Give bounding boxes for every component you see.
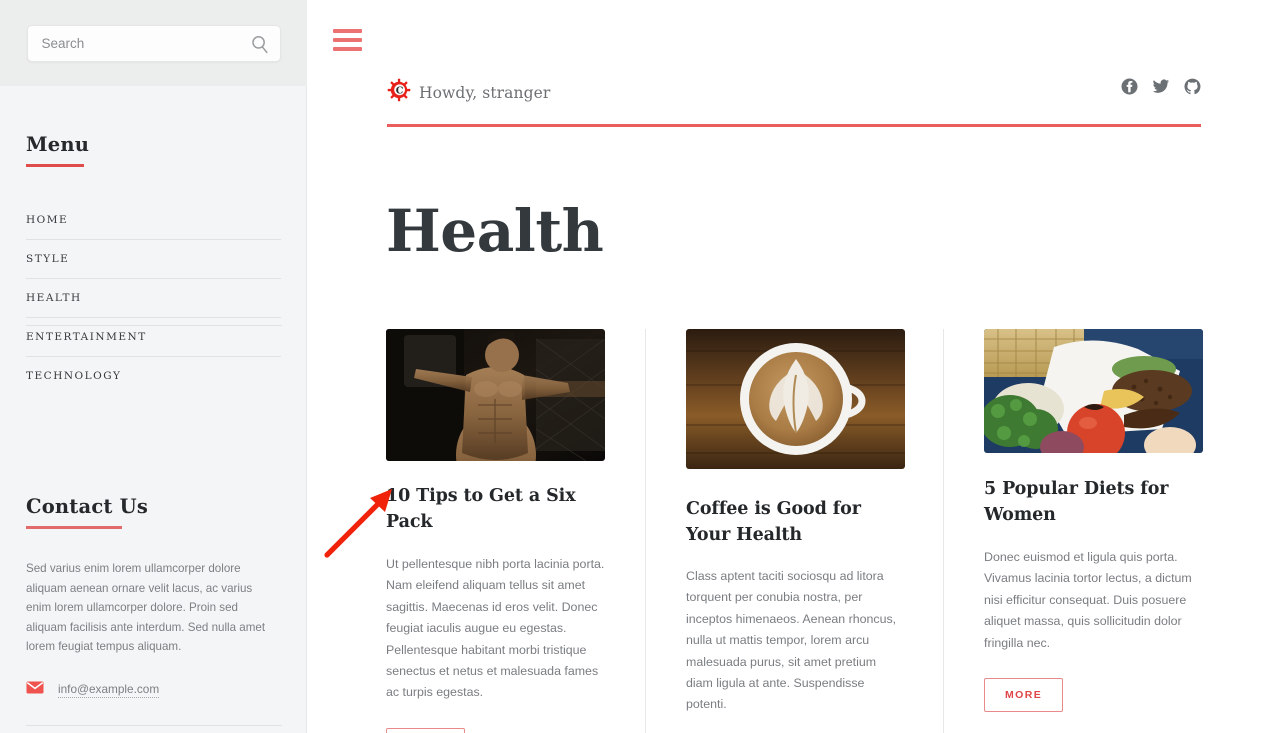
sidebar-item-health[interactable]: HEALTH bbox=[26, 279, 281, 318]
sidebar-divider bbox=[26, 325, 282, 326]
search-icon[interactable] bbox=[251, 35, 269, 59]
sidebar-menu-list: HOME STYLE HEALTH ENTERTAINMENT TECHNOLO… bbox=[26, 201, 281, 395]
cog-logo-icon: C bbox=[387, 78, 411, 107]
article-title[interactable]: 10 Tips to Get a Six Pack bbox=[386, 483, 605, 535]
hamburger-bar bbox=[333, 38, 362, 42]
sidebar-item-label-home[interactable]: HOME bbox=[26, 201, 281, 239]
hamburger-bar bbox=[333, 47, 362, 51]
facebook-icon[interactable] bbox=[1121, 78, 1138, 95]
search-box[interactable] bbox=[26, 24, 281, 62]
menu-heading-underline bbox=[26, 164, 84, 167]
article-card[interactable]: Coffee is Good for Your Health Class apt… bbox=[645, 329, 943, 733]
menu-heading: Menu bbox=[26, 133, 90, 156]
more-button[interactable]: MORE bbox=[386, 727, 466, 733]
hamburger-icon[interactable] bbox=[333, 29, 362, 51]
search-input[interactable] bbox=[27, 25, 238, 61]
more-button[interactable]: MORE bbox=[984, 678, 1064, 713]
sidebar-item-style[interactable]: STYLE bbox=[26, 240, 281, 279]
sidebar-item-technology[interactable]: TECHNOLOGY bbox=[26, 357, 281, 395]
article-card-list: 10 Tips to Get a Six Pack Ut pellentesqu… bbox=[386, 329, 1203, 733]
hamburger-bar bbox=[333, 29, 362, 33]
contact-heading-underline bbox=[26, 526, 122, 529]
article-excerpt: Ut pellentesque nibh porta lacinia porta… bbox=[386, 557, 605, 700]
sidebar-bottom-divider bbox=[26, 725, 282, 726]
contact-email-link[interactable]: info@example.com bbox=[58, 682, 160, 698]
article-image-food bbox=[984, 329, 1203, 453]
article-excerpt: Class aptent taciti sociosqu ad litora t… bbox=[686, 569, 897, 712]
contact-email-row: info@example.com bbox=[26, 681, 281, 699]
menu-section: Menu HOME STYLE HEALTH ENTERTAINMENT TEC… bbox=[0, 133, 307, 395]
main-content: C Howdy, stranger Health 10 Tips to Get … bbox=[307, 0, 1280, 733]
brand-name: Howdy, stranger bbox=[419, 83, 551, 102]
article-image-gym bbox=[386, 329, 605, 461]
sidebar-item-home[interactable]: HOME bbox=[26, 201, 281, 240]
sidebar-item-label-style[interactable]: STYLE bbox=[26, 240, 281, 278]
article-title[interactable]: Coffee is Good for Your Health bbox=[686, 496, 903, 548]
sidebar-item-label-health[interactable]: HEALTH bbox=[26, 279, 281, 317]
svg-text:C: C bbox=[396, 86, 404, 97]
sidebar-item-label-entertainment[interactable]: ENTERTAINMENT bbox=[26, 318, 281, 356]
sidebar: Menu HOME STYLE HEALTH ENTERTAINMENT TEC… bbox=[0, 0, 307, 733]
page-title: Health bbox=[386, 197, 604, 265]
contact-section: Contact Us Sed varius enim lorem ullamco… bbox=[0, 495, 307, 699]
article-image-coffee bbox=[686, 329, 905, 469]
sidebar-item-entertainment[interactable]: ENTERTAINMENT bbox=[26, 318, 281, 357]
social-links bbox=[1121, 78, 1201, 95]
twitter-icon[interactable] bbox=[1152, 78, 1170, 95]
brand-row[interactable]: C Howdy, stranger bbox=[387, 78, 550, 107]
page-root: Menu HOME STYLE HEALTH ENTERTAINMENT TEC… bbox=[0, 0, 1280, 733]
github-icon[interactable] bbox=[1184, 78, 1201, 95]
article-card[interactable]: 5 Popular Diets for Women Donec euismod … bbox=[943, 329, 1203, 733]
contact-description: Sed varius enim lorem ullamcorper dolore… bbox=[26, 562, 266, 654]
search-bar-container bbox=[0, 0, 307, 86]
contact-heading: Contact Us bbox=[26, 495, 148, 518]
article-excerpt: Donec euismod et ligula quis porta. Viva… bbox=[984, 550, 1192, 650]
envelope-icon bbox=[26, 681, 44, 699]
article-card[interactable]: 10 Tips to Get a Six Pack Ut pellentesqu… bbox=[386, 329, 645, 733]
header-divider bbox=[387, 124, 1201, 127]
article-title[interactable]: 5 Popular Diets for Women bbox=[984, 476, 1202, 528]
sidebar-item-label-technology[interactable]: TECHNOLOGY bbox=[26, 357, 281, 395]
